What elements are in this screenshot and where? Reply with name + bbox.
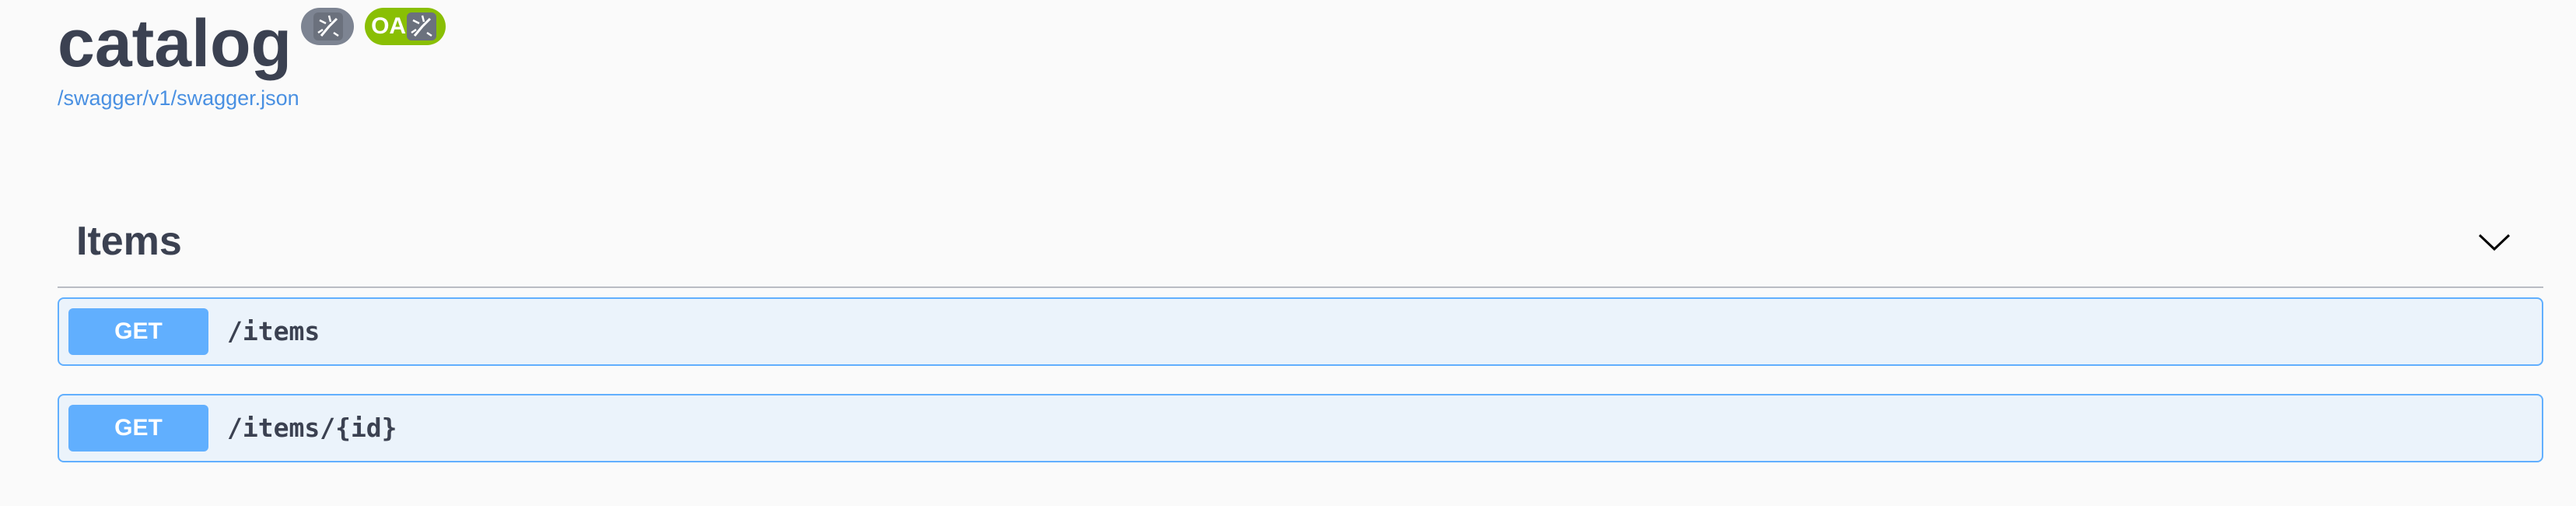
method-badge: GET: [68, 405, 208, 452]
method-badge: GET: [68, 308, 208, 355]
swagger-stamp-icon: [313, 12, 344, 40]
spec-url-link[interactable]: /swagger/v1/swagger.json: [58, 86, 446, 111]
api-info: catalog OAS /swagger/v1/swagger.json: [58, 0, 446, 111]
oas-badge: OAS: [365, 8, 446, 45]
tag-title: Items: [76, 219, 182, 264]
operation-get-items[interactable]: GET /items: [58, 297, 2543, 366]
operation-path: /items: [227, 316, 320, 346]
version-badge: [301, 8, 355, 45]
operation-path: /items/{id}: [227, 413, 397, 443]
api-title: catalog: [58, 6, 292, 81]
swagger-ui-page: catalog OAS /swagger/v1/swagger.json Ite…: [0, 0, 2576, 506]
chevron-down-icon[interactable]: [2476, 224, 2512, 260]
title-row: catalog OAS: [58, 0, 446, 84]
swagger-stamp-icon: [407, 12, 437, 40]
operation-get-item-by-id[interactable]: GET /items/{id}: [58, 394, 2543, 462]
tag-header[interactable]: Items: [58, 201, 2543, 288]
tag-section-items: Items GET /items GET /items/{id}: [58, 201, 2543, 462]
